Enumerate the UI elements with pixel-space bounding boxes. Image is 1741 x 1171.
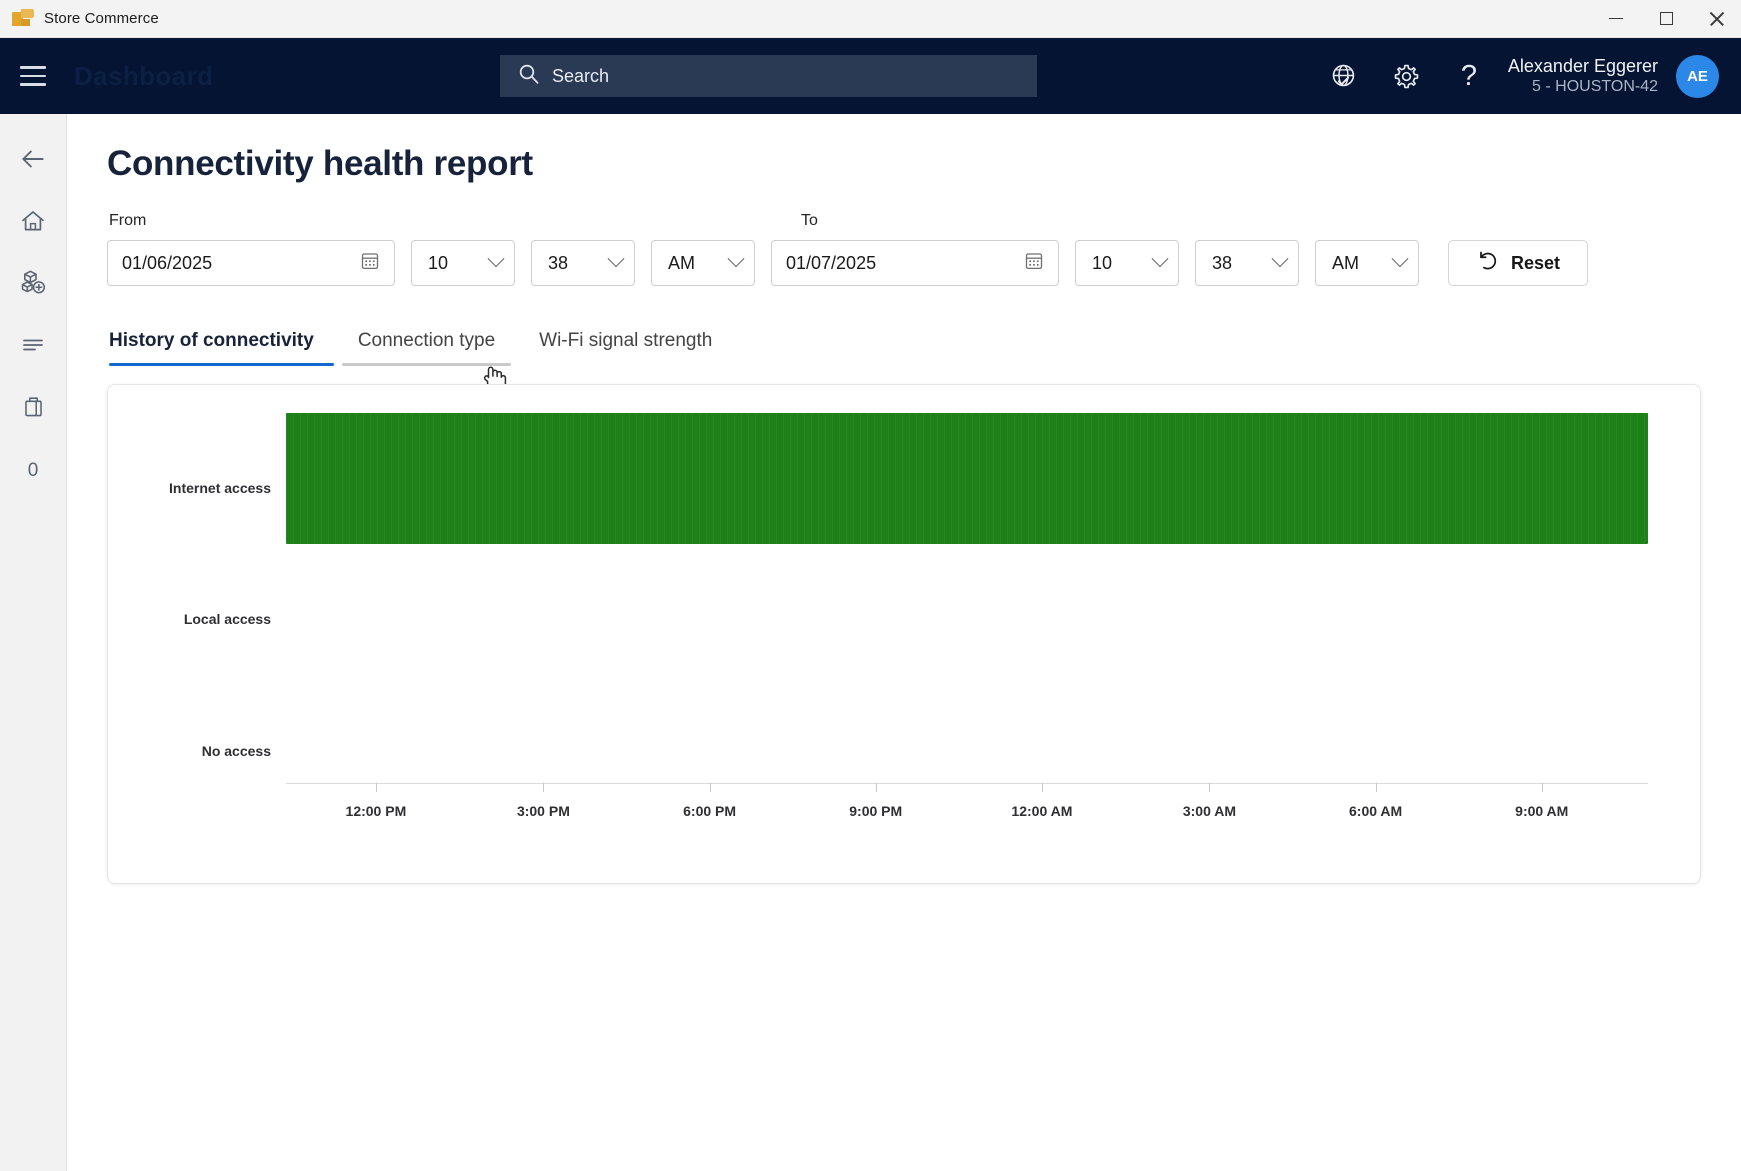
tab-history-of-connectivity[interactable]: History of connectivity xyxy=(107,324,336,366)
page-title: Connectivity health report xyxy=(107,144,533,183)
gear-icon[interactable] xyxy=(1376,38,1438,114)
from-meridiem-value: AM xyxy=(668,252,695,273)
hamburger-menu-icon[interactable] xyxy=(0,38,66,114)
maximize-icon xyxy=(1659,12,1673,25)
x-label-5: 3:00 AM xyxy=(1182,803,1237,819)
tab-active-underline xyxy=(109,363,334,366)
from-hour-select[interactable]: 10 xyxy=(411,240,515,286)
maximize-button[interactable] xyxy=(1641,0,1691,37)
list-lines-icon xyxy=(19,331,47,364)
reset-button[interactable]: Reset xyxy=(1448,240,1588,286)
undo-arrow-icon xyxy=(1476,249,1499,277)
report-tabs: History of connectivity Connection type … xyxy=(107,324,1701,395)
help-icon[interactable]: ? xyxy=(1438,38,1500,114)
sidebar-item-products[interactable] xyxy=(0,254,67,316)
y-label-no-access: No access xyxy=(201,743,271,759)
connectivity-chart-card: Internet access Local access No access 1… xyxy=(107,384,1701,884)
from-label: From xyxy=(109,212,147,229)
from-date-value: 01/06/2025 xyxy=(122,252,213,273)
tab-hover-underline xyxy=(341,363,512,366)
calendar-icon[interactable] xyxy=(360,251,380,276)
window-title-bar: Store Commerce xyxy=(0,0,1741,38)
user-name: Alexander Eggerer xyxy=(1507,55,1658,76)
x-label-3: 9:00 PM xyxy=(849,803,903,819)
to-minute-value: 38 xyxy=(1212,252,1233,273)
sidebar-item-home[interactable] xyxy=(0,192,67,254)
chevron-down-icon xyxy=(1151,250,1169,268)
to-date-value: 01/07/2025 xyxy=(786,252,877,273)
to-hour-value: 10 xyxy=(1092,252,1113,273)
window-title: Store Commerce xyxy=(44,10,159,27)
search-input[interactable]: Search xyxy=(500,55,1037,97)
x-label-7: 9:00 AM xyxy=(1515,803,1569,819)
app-body: 0 Connectivity health report From To 01/… xyxy=(0,114,1741,1171)
minimize-button[interactable] xyxy=(1591,0,1641,37)
sidebar-item-count[interactable]: 0 xyxy=(0,440,67,502)
home-icon xyxy=(19,207,47,240)
to-date-input[interactable]: 01/07/2025 xyxy=(771,240,1059,286)
minimize-icon xyxy=(1609,17,1623,20)
tab-wifi-signal-strength[interactable]: Wi-Fi signal strength xyxy=(517,324,734,366)
avatar[interactable]: AE xyxy=(1676,54,1719,98)
close-button[interactable] xyxy=(1691,0,1741,37)
app-navigation-bar: Dashboard Search ? Alexander Eggerer 5 -… xyxy=(0,38,1741,114)
nav-right-cluster: ? Alexander Eggerer 5 - HOUSTON-42 AE xyxy=(1314,38,1741,114)
sidebar-item-journal[interactable] xyxy=(0,316,67,378)
zero-count-label: 0 xyxy=(27,460,39,481)
chevron-down-icon xyxy=(1391,250,1409,268)
chart-x-axis-line xyxy=(286,783,1648,784)
x-label-4: 12:00 AM xyxy=(1011,803,1073,819)
filter-labels-row: From To xyxy=(107,212,1701,232)
x-label-1: 3:00 PM xyxy=(516,803,570,819)
user-store: 5 - HOUSTON-42 xyxy=(1532,78,1658,96)
chart-plot-area: Internet access Local access No access 1… xyxy=(108,385,1700,883)
reset-label: Reset xyxy=(1510,252,1561,273)
to-meridiem-select[interactable]: AM xyxy=(1315,240,1419,286)
to-label: To xyxy=(801,212,818,229)
sidebar-item-back[interactable] xyxy=(0,130,67,192)
app-brand-title: Dashboard xyxy=(74,60,214,91)
from-hour-value: 10 xyxy=(428,252,449,273)
search-icon xyxy=(518,63,540,90)
y-label-internet-access: Internet access xyxy=(169,480,271,496)
tab-label: Wi-Fi signal strength xyxy=(539,330,713,351)
bar-stripe-overlay xyxy=(286,413,1648,544)
tab-label: History of connectivity xyxy=(109,330,314,351)
to-hour-select[interactable]: 10 xyxy=(1075,240,1179,286)
x-label-2: 6:00 PM xyxy=(683,803,737,819)
close-icon xyxy=(1709,11,1724,26)
x-label-0: 12:00 PM xyxy=(345,803,407,819)
tab-connection-type[interactable]: Connection type xyxy=(336,324,517,366)
main-content: Connectivity health report From To 01/06… xyxy=(67,114,1741,1171)
chart-y-axis: Internet access Local access No access xyxy=(108,385,283,883)
products-cubes-icon xyxy=(19,268,48,302)
search-placeholder: Search xyxy=(552,65,610,86)
x-label-6: 6:00 AM xyxy=(1349,803,1403,819)
left-sidebar: 0 xyxy=(0,114,67,1171)
user-info[interactable]: Alexander Eggerer 5 - HOUSTON-42 xyxy=(1508,55,1658,98)
bar-internet-access[interactable] xyxy=(286,413,1648,544)
globe-check-icon[interactable] xyxy=(1314,38,1376,114)
from-meridiem-select[interactable]: AM xyxy=(651,240,755,286)
shopping-bag-icon xyxy=(20,393,47,425)
from-minute-value: 38 xyxy=(548,252,569,273)
y-label-local-access: Local access xyxy=(183,611,271,627)
to-meridiem-value: AM xyxy=(1332,252,1359,273)
sidebar-item-cart[interactable] xyxy=(0,378,67,440)
chevron-down-icon xyxy=(487,250,505,268)
store-commerce-logo-icon xyxy=(12,8,34,29)
tab-underline xyxy=(519,363,712,366)
chevron-down-icon xyxy=(607,250,625,268)
tab-label: Connection type xyxy=(357,330,496,351)
from-minute-select[interactable]: 38 xyxy=(531,240,635,286)
chevron-down-icon xyxy=(1271,250,1289,268)
from-date-input[interactable]: 01/06/2025 xyxy=(107,240,395,286)
back-arrow-icon xyxy=(18,144,48,179)
chart-series-area: 12:00 PM 3:00 PM 6:00 PM 9:00 PM 12:00 A… xyxy=(286,385,1648,883)
filter-row: 01/06/2025 10 38 AM 01/07/2025 10 38 AM … xyxy=(107,240,1701,286)
chevron-down-icon xyxy=(727,250,745,268)
calendar-icon[interactable] xyxy=(1024,251,1044,276)
to-minute-select[interactable]: 38 xyxy=(1195,240,1299,286)
